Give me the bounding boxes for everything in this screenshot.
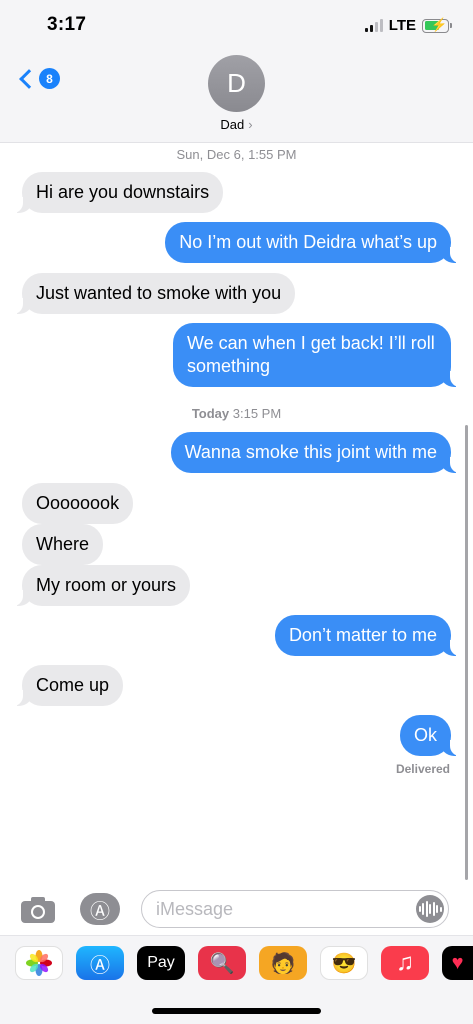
status-indicators: LTE ⚡	[364, 17, 452, 34]
memoji-icon: 🧑	[270, 952, 296, 975]
music-app-button[interactable]: ♫	[381, 946, 429, 980]
status-time: 3:17	[47, 14, 87, 35]
timestamp-day: Sun, Dec 6,	[176, 147, 245, 162]
apple-pay-app-button[interactable]: Pay	[137, 946, 185, 980]
message-bubble-outgoing[interactable]: No I’m out with Deidra what’s up	[165, 222, 460, 263]
message-bubble-incoming[interactable]: Come up	[12, 665, 124, 706]
music-icon: ♫	[396, 949, 414, 976]
app-store-icon: Ⓐ	[90, 900, 110, 923]
photos-app-button[interactable]	[15, 946, 63, 980]
timestamp-2: Today 3:15 PM	[0, 406, 473, 421]
web-images-app-button[interactable]: 🔍	[198, 946, 246, 980]
message-composer[interactable]	[141, 890, 449, 928]
unread-count-badge: 8	[39, 68, 60, 89]
home-indicator[interactable]	[152, 1008, 321, 1014]
battery-icon: ⚡	[422, 17, 452, 33]
apple-pay-label: Pay	[147, 954, 175, 971]
message-bubble-incoming[interactable]: Oooooook	[22, 483, 134, 524]
contact-name-button[interactable]: Dad ›	[0, 117, 473, 132]
message-bubble-outgoing[interactable]: Ok	[399, 715, 461, 756]
camera-icon	[21, 897, 55, 923]
timestamp-time: 1:55 PM	[248, 147, 297, 162]
back-button[interactable]: 8	[18, 68, 60, 89]
message-bubble-outgoing[interactable]: Don’t matter to me	[274, 615, 461, 656]
message-bubble-outgoing[interactable]: Wanna smoke this joint with me	[170, 432, 461, 473]
message-input[interactable]	[142, 891, 392, 927]
message-bubble-incoming[interactable]: Hi are you downstairs	[12, 172, 224, 213]
heart-app-icon: ♥	[451, 951, 464, 974]
contact-avatar[interactable]: D	[208, 55, 265, 112]
camera-button[interactable]	[20, 896, 56, 924]
timestamp-1: Sun, Dec 6, 1:55 PM	[0, 147, 473, 162]
conversation-header: 3:17 LTE ⚡ 8 D Dad ›	[0, 0, 473, 143]
timestamp-day: Today	[191, 406, 230, 421]
message-bubble-incoming[interactable]: Just wanted to smoke with you	[12, 273, 296, 314]
app-store-app-button[interactable]: Ⓐ	[76, 946, 124, 980]
timestamp-time: 3:15 PM	[232, 406, 282, 421]
animoji-icon: 😎	[331, 952, 357, 975]
signal-icon	[364, 19, 383, 32]
network-type: LTE	[388, 17, 416, 34]
message-bubble-outgoing[interactable]: We can when I get back! I’ll roll someth…	[173, 323, 460, 387]
chevron-left-icon	[19, 68, 39, 89]
photos-icon	[26, 950, 52, 976]
contact-name: Dad	[220, 117, 245, 132]
delivered-status: Delivered	[395, 762, 450, 776]
app-store-icon: Ⓐ	[90, 954, 110, 977]
message-bubble-incoming[interactable]: Where	[22, 524, 104, 565]
web-images-icon: 🔍	[209, 952, 235, 975]
memoji-app-button[interactable]: 🧑	[259, 946, 307, 980]
chevron-right-icon: ›	[248, 117, 253, 132]
apps-button[interactable]: Ⓐ	[80, 893, 120, 925]
audio-message-button[interactable]	[416, 895, 444, 923]
animoji-app-button[interactable]: 😎	[320, 946, 368, 980]
message-bubble-incoming[interactable]: My room or yours	[12, 565, 191, 606]
scrollbar[interactable]	[465, 425, 468, 880]
heart-app-button[interactable]: ♥	[442, 946, 473, 980]
